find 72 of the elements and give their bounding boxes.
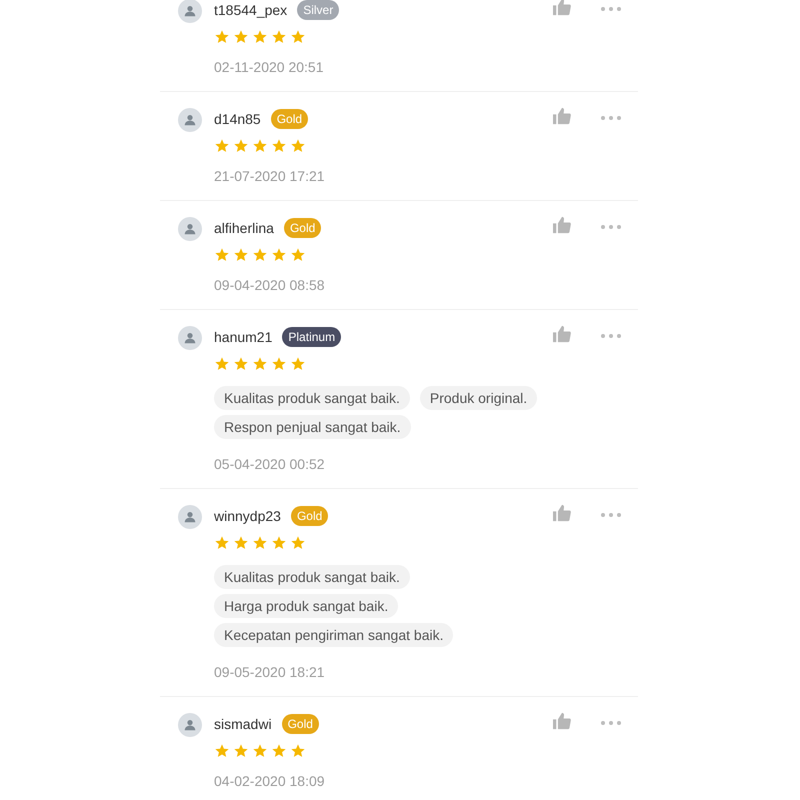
member-badge: Gold — [284, 218, 322, 238]
avatar-icon — [178, 108, 202, 132]
star-icon — [233, 356, 249, 372]
star-icon — [290, 535, 306, 551]
star-icon — [252, 535, 268, 551]
more-options-icon[interactable] — [600, 115, 622, 121]
star-icon — [271, 29, 287, 45]
review-date: 21-07-2020 17:21 — [214, 168, 326, 184]
thumbs-up-icon[interactable] — [552, 325, 572, 343]
more-options-icon[interactable] — [600, 512, 622, 518]
star-icon — [214, 138, 230, 154]
star-icon — [214, 29, 230, 45]
star-icon — [290, 247, 306, 263]
avatar-icon — [178, 0, 202, 23]
thumbs-up-icon[interactable] — [552, 504, 572, 522]
star-icon — [252, 743, 268, 759]
member-badge: Gold — [290, 506, 328, 526]
star-icon — [290, 29, 306, 45]
star-icon — [214, 743, 230, 759]
star-icon — [252, 247, 268, 263]
star-icon — [271, 743, 287, 759]
member-badge: Gold — [270, 109, 308, 129]
review-tag: Produk original. — [420, 386, 538, 410]
star-icon — [252, 356, 268, 372]
star-icon — [271, 356, 287, 372]
avatar-icon — [178, 505, 202, 529]
star-icon — [290, 138, 306, 154]
star-icon — [214, 247, 230, 263]
username: d14n85 — [214, 110, 261, 128]
more-options-icon[interactable] — [600, 333, 622, 339]
thumbs-up-icon[interactable] — [552, 107, 572, 125]
star-icon — [271, 138, 287, 154]
star-icon — [233, 247, 249, 263]
more-options-icon[interactable] — [600, 720, 622, 726]
star-icon — [271, 535, 287, 551]
star-icon — [214, 356, 230, 372]
username: winnydp23 — [214, 506, 281, 526]
more-options-icon[interactable] — [600, 6, 622, 12]
username: alfiherlina — [214, 218, 274, 238]
star-icon — [233, 138, 249, 154]
review-tag: Kualitas produk sangat baik. — [214, 386, 410, 410]
avatar-icon — [178, 326, 202, 350]
star-icon — [290, 356, 306, 372]
review-date: 09-05-2020 18:21 — [214, 664, 326, 680]
star-icon — [214, 535, 230, 551]
username: hanum21 — [214, 328, 272, 346]
review-tag: Kecepatan pengiriman sangat baik. — [214, 623, 454, 647]
review-date: 04-02-2020 18:09 — [214, 773, 326, 789]
star-icon — [233, 29, 249, 45]
username: t18544_pex — [214, 0, 288, 20]
member-badge: Silver — [297, 0, 340, 20]
review-tag: Harga produk sangat baik. — [214, 594, 398, 618]
review-date: 02-11-2020 20:51 — [214, 59, 324, 75]
star-icon — [252, 138, 268, 154]
star-icon — [233, 743, 249, 759]
avatar-icon — [178, 713, 202, 737]
thumbs-up-icon[interactable] — [552, 216, 572, 234]
star-icon — [233, 535, 249, 551]
review-date: 05-04-2020 00:52 — [214, 456, 326, 472]
thumbs-up-icon[interactable] — [552, 0, 572, 16]
review-tag: Kualitas produk sangat baik. — [214, 565, 410, 589]
star-icon — [290, 743, 306, 759]
member-badge: Gold — [282, 714, 319, 734]
review-date: 09-04-2020 08:58 — [214, 277, 326, 293]
avatar-icon — [178, 217, 202, 241]
thumbs-up-icon[interactable] — [552, 712, 572, 730]
review-tag: Respon penjual sangat baik. — [214, 415, 411, 439]
member-badge: Platinum — [282, 327, 342, 347]
more-options-icon[interactable] — [600, 224, 622, 230]
star-icon — [271, 247, 287, 263]
star-icon — [252, 29, 268, 45]
username: sismadwi — [214, 714, 272, 734]
